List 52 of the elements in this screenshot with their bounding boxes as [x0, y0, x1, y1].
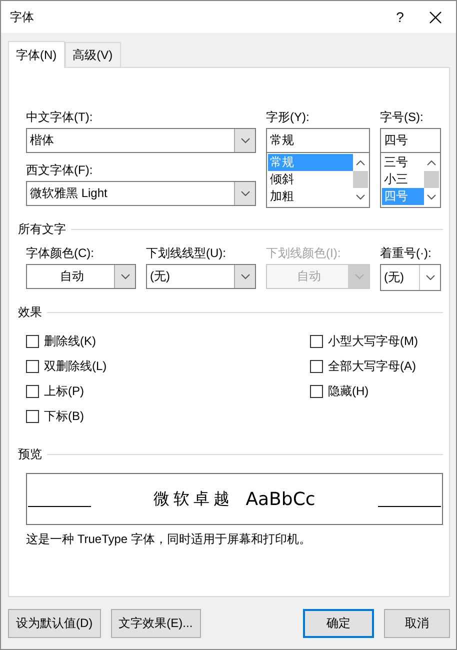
help-button[interactable]: ?	[380, 9, 420, 25]
dropdown[interactable]: 自动	[26, 264, 136, 289]
list-option[interactable]: 倾斜	[268, 171, 353, 188]
scrollbar-thumb[interactable]	[424, 171, 439, 188]
dropdown[interactable]: (无)	[380, 264, 441, 291]
checkbox[interactable]: 小型大写字母(M)	[310, 332, 418, 350]
checkbox[interactable]: 隐藏(H)	[310, 382, 418, 400]
checkbox[interactable]: 下标(B)	[26, 407, 310, 425]
preview-text: AaBbCc	[246, 488, 316, 510]
list-option[interactable]: 加粗	[268, 188, 353, 205]
scrollbar-thumb[interactable]	[353, 171, 368, 188]
chevron-down-icon	[120, 274, 130, 280]
preview-text: 微软卓越	[154, 488, 234, 510]
chevron-down-icon	[354, 274, 364, 280]
field-label: 西文字体(F):	[26, 162, 94, 179]
field-label: 下划线线型(U):	[146, 245, 227, 262]
dialog-button[interactable]: 取消	[384, 609, 450, 638]
field-label: 字体颜色(C):	[26, 245, 95, 262]
field-label: 着重号(·):	[380, 245, 432, 262]
dialog-button[interactable]: 确定	[303, 609, 374, 638]
section-heading: 效果	[18, 304, 42, 320]
chevron-down-icon	[240, 138, 250, 144]
window-title: 字体	[10, 8, 35, 26]
list-option[interactable]: 小三	[382, 171, 424, 188]
dropdown[interactable]: (无)	[146, 264, 256, 289]
dialog-button[interactable]: 设为默认值(D)	[8, 609, 101, 638]
chevron-down-icon	[240, 190, 250, 196]
field-label: 字号(S):	[380, 109, 424, 126]
chevron-down-icon	[240, 274, 250, 280]
field-label: 下划线颜色(I):	[266, 245, 342, 262]
font-description: 这是一种 TrueType 字体，同时适用于屏幕和打印机。	[26, 531, 312, 548]
section-heading: 预览	[18, 446, 42, 462]
checkbox[interactable]: 全部大写字母(A)	[310, 357, 418, 375]
tab[interactable]: 高级(V)	[64, 42, 121, 67]
scroll-up-icon[interactable]	[427, 160, 436, 166]
tab[interactable]: 字体(N)	[8, 41, 65, 68]
field-label: 中文字体(T):	[26, 109, 94, 126]
checkbox[interactable]: 上标(P)	[26, 382, 310, 400]
input-field[interactable]: 四号	[380, 128, 441, 153]
section-heading: 所有文字	[18, 220, 66, 238]
checkbox[interactable]: 删除线(K)	[26, 332, 310, 350]
font-dropdown[interactable]: 微软雅黑 Light	[26, 181, 256, 206]
input-field[interactable]: 常规	[266, 128, 370, 153]
list-option[interactable]: 三号	[382, 154, 424, 171]
checkbox[interactable]: 双删除线(L)	[26, 357, 310, 375]
field-label: 字形(Y):	[266, 109, 310, 126]
scroll-down-icon[interactable]	[356, 194, 365, 200]
chevron-down-icon	[426, 274, 434, 280]
scroll-up-icon[interactable]	[356, 160, 365, 166]
scroll-down-icon[interactable]	[427, 194, 436, 200]
font-dropdown[interactable]: 楷体	[26, 128, 256, 153]
dialog-button[interactable]: 文字效果(E)...	[110, 609, 201, 638]
